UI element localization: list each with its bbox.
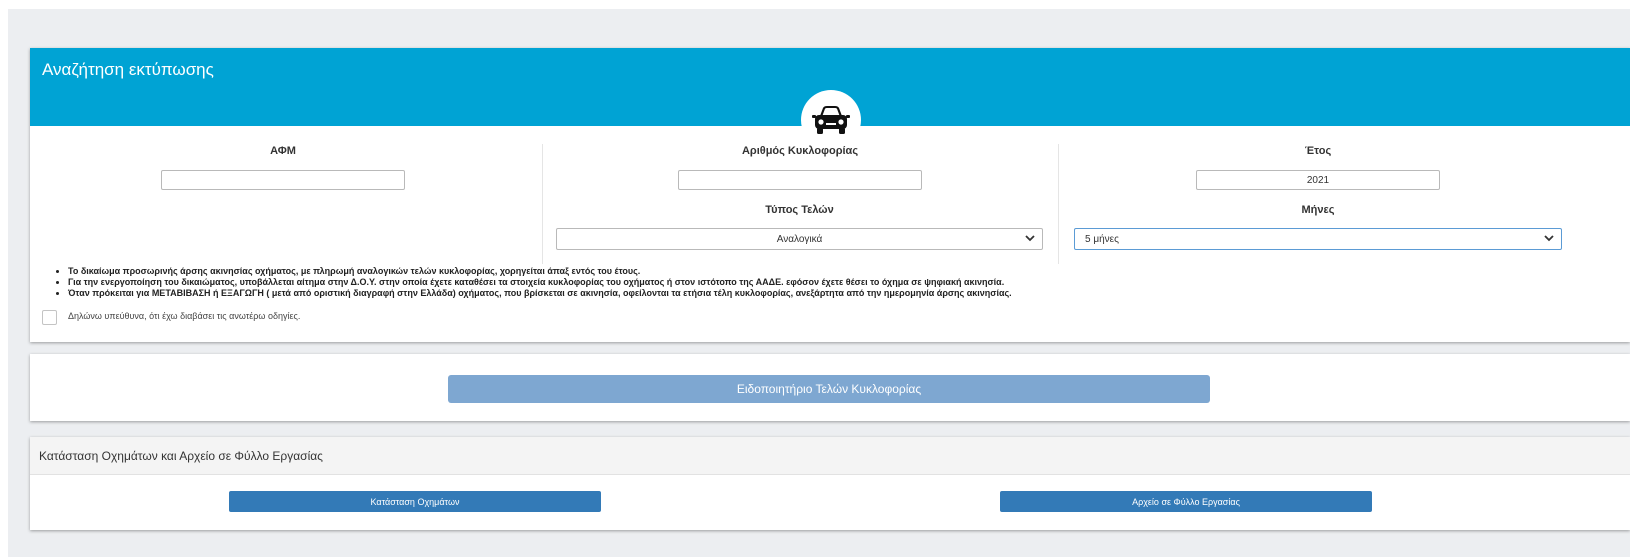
instruction-item: Για την ενεργοποίηση του δικαιώματος, υπ… [68,277,1012,288]
year-label: Έτος [1304,145,1332,157]
status-panel-header: Κατάσταση Οχημάτων και Αρχείο σε Φύλλο Ε… [30,437,1630,475]
fee-type-value: Αναλογικά [776,234,823,245]
spreadsheet-file-button[interactable]: Αρχείο σε Φύλλο Εργασίας [1000,491,1372,512]
instructions-list: Το δικαίωμα προσωρινής άρσης ακινησίας ο… [52,266,1012,299]
status-panel-title: Κατάσταση Οχημάτων και Αρχείο σε Φύλλο Ε… [39,449,323,463]
plate-label: Αριθμός Κυκλοφορίας [741,145,859,157]
declaration-checkbox[interactable] [42,310,57,325]
afm-label: ΑΦΜ [270,145,296,157]
afm-input[interactable] [161,170,405,190]
plate-input[interactable] [678,170,922,190]
search-title: Αναζήτηση εκτύπωσης [42,60,214,79]
search-panel: Αναζήτηση εκτύπωσης ΑΦΜ Αριθμός Κυκλοφορ… [30,48,1630,342]
vehicle-status-button[interactable]: Κατάσταση Οχημάτων [229,491,601,512]
fee-type-select[interactable]: Αναλογικά [556,228,1043,250]
months-select[interactable]: 5 μήνες [1074,228,1562,250]
instruction-item: Το δικαίωμα προσωρινής άρσης ακινησίας ο… [68,266,1012,277]
car-icon [801,90,861,150]
traffic-fee-notice-button[interactable]: Ειδοποιητήριο Τελών Κυκλοφορίας [448,375,1210,403]
chevron-down-icon [1024,232,1036,247]
months-value: 5 μήνες [1085,234,1119,245]
months-label: Μήνες [1301,204,1335,216]
vehicle-status-panel: Κατάσταση Οχημάτων και Αρχείο σε Φύλλο Ε… [30,437,1630,530]
column-divider [542,144,543,264]
fee-type-label: Τύπος Τελών [765,204,834,216]
notice-panel: Ειδοποιητήριο Τελών Κυκλοφορίας [30,354,1630,421]
declaration-label: Δηλώνω υπεύθυνα, ότι έχω διαβάσει τις αν… [68,311,301,321]
chevron-down-icon [1543,232,1555,247]
column-divider [1058,144,1059,264]
instruction-item: Όταν πρόκειται για ΜΕΤΑΒΙΒΑΣΗ ή ΕΞΑΓΩΓΗ … [68,288,1012,299]
year-input[interactable] [1196,170,1440,190]
